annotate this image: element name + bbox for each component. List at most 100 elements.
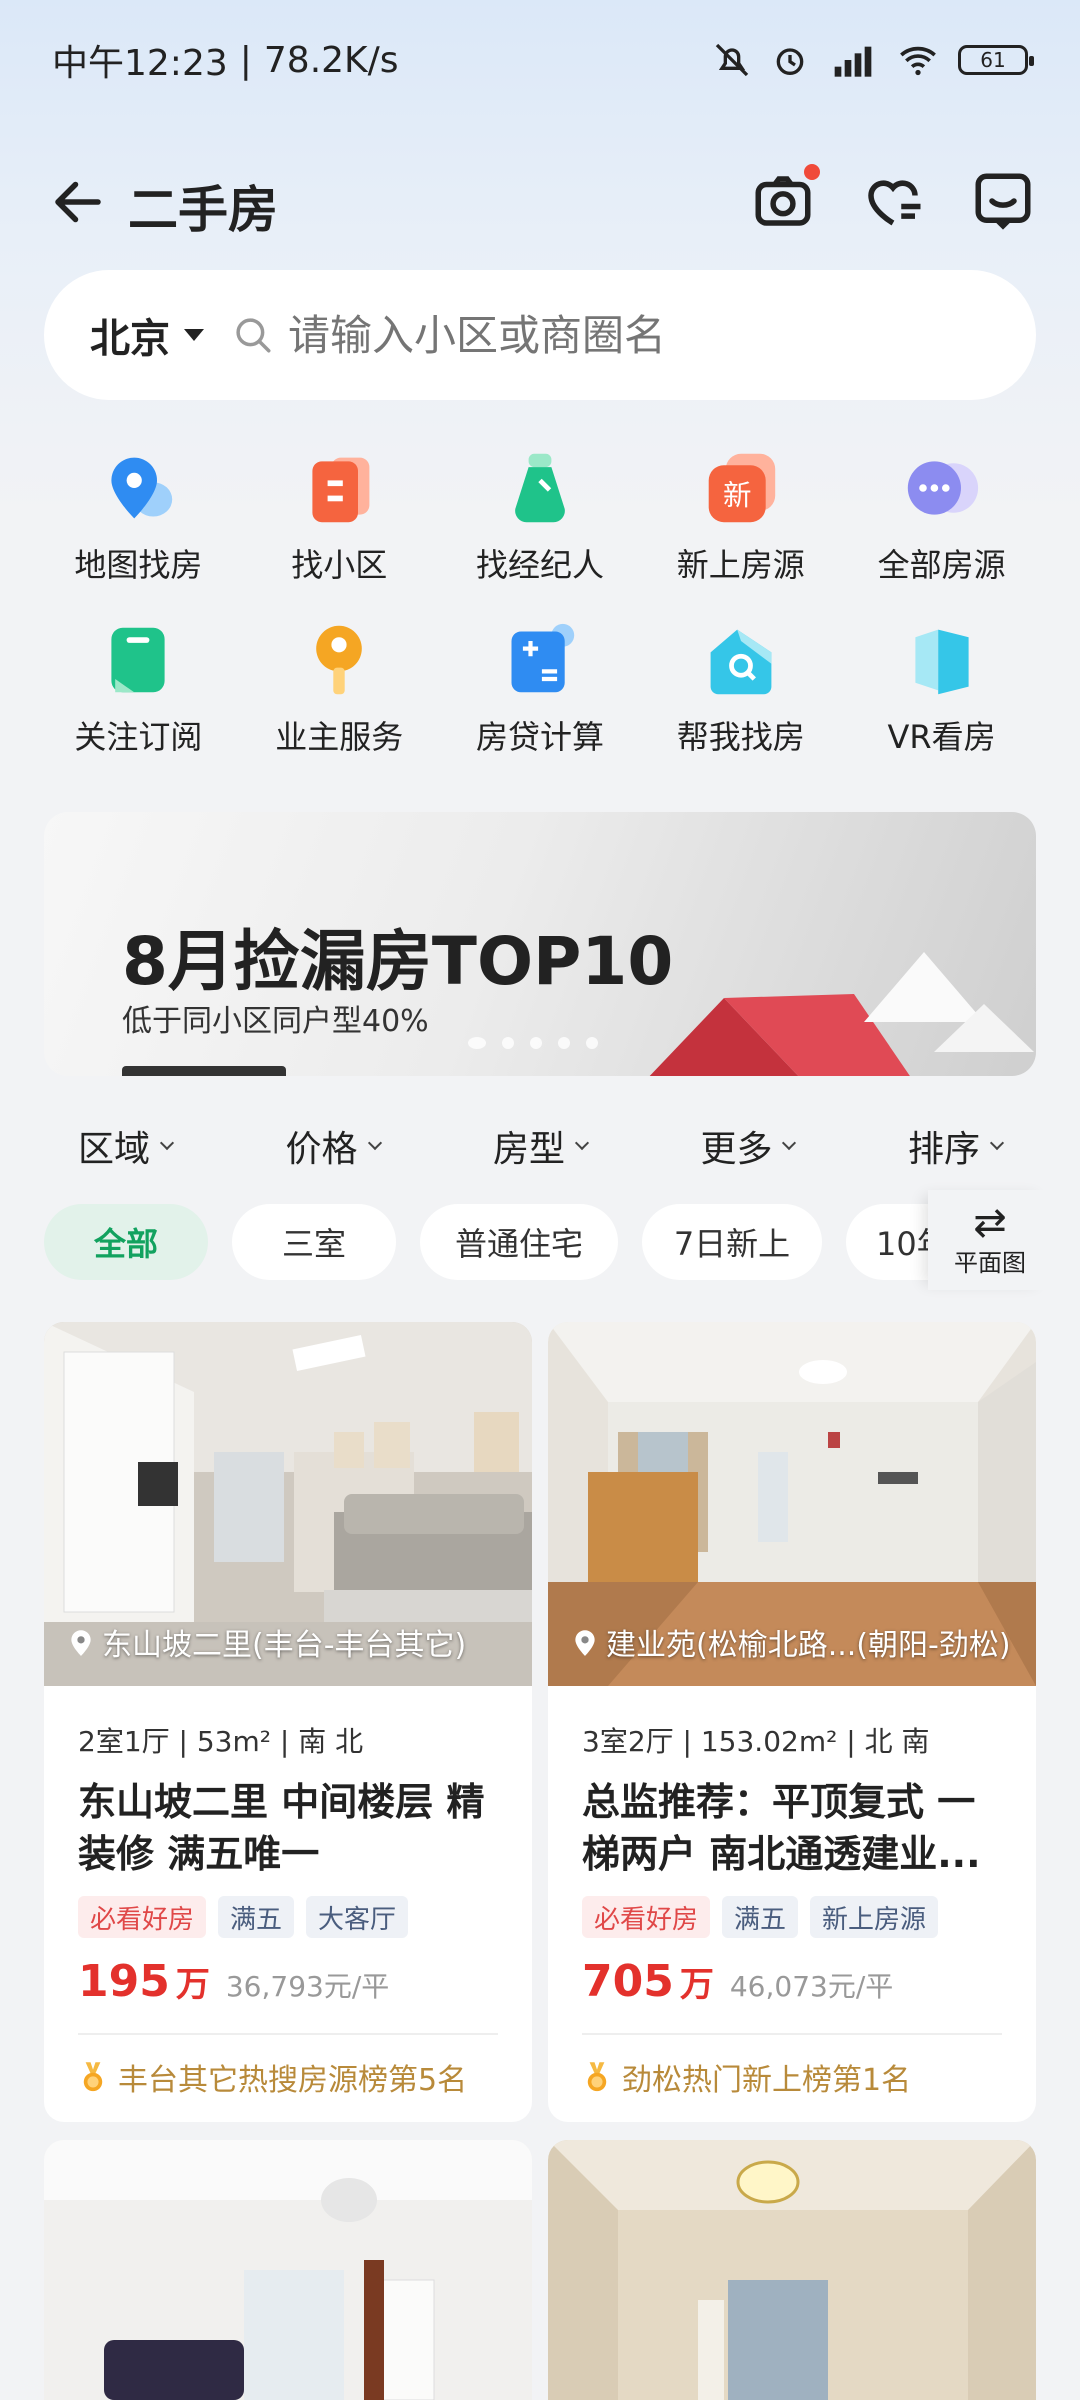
battery-icon: 61 (958, 45, 1034, 75)
chevron-down-icon (159, 1135, 175, 1151)
status-bar-right: 61 (712, 36, 1034, 84)
chip-10-years[interactable]: 10年 (846, 1204, 934, 1280)
menu-help-find-home[interactable]: 帮我找房 (640, 622, 841, 758)
menu-subscribe[interactable]: 关注订阅 (38, 622, 239, 758)
menu-all-listings[interactable]: 全部房源 (841, 450, 1042, 586)
chip-three-rooms[interactable]: 三室 (232, 1204, 396, 1280)
chip-ordinary-residence[interactable]: 普通住宅 (420, 1204, 618, 1280)
filter-price[interactable]: 价格 (285, 1120, 382, 1172)
listing-location: 建业苑(松榆北路...(朝阳-劲松) (572, 1620, 1011, 1664)
menu-mortgage-calculator[interactable]: 房贷计算 (440, 622, 641, 758)
status-time: 中午12:23 (52, 43, 228, 84)
menu-label: 房贷计算 (475, 718, 604, 756)
menu-find-community[interactable]: 找小区 (239, 450, 440, 586)
menu-new-listings[interactable]: 新 新上房源 (640, 450, 841, 586)
listing-location: 东山坡二里(丰台-丰台其它) (68, 1620, 466, 1664)
battery-level: 61 (980, 48, 1006, 72)
filter-label: 房型 (492, 1129, 565, 1170)
listing-card[interactable]: 东山坡二里(丰台-丰台其它) 2室1厅 | 53m² | 南 北 东山坡二里 中… (44, 1322, 532, 2122)
unit-price: 36,793元/平 (225, 1970, 390, 2003)
chevron-down-icon (782, 1135, 797, 1151)
price-unit: 万 (175, 1965, 210, 2005)
camera-button[interactable] (750, 164, 820, 234)
listing-photo[interactable]: 建业苑(松榆北路...(朝阳-劲松) (548, 1322, 1036, 1686)
price-value: 195 (78, 1956, 170, 2007)
chip-all[interactable]: 全部 (44, 1204, 208, 1280)
tag-must-see: 必看好房 (78, 1896, 207, 1938)
menu-label: 新上房源 (676, 546, 805, 584)
total-price: 195 万 (78, 1956, 210, 2007)
tag: 大客厅 (306, 1896, 409, 1938)
location-pin-icon (71, 1630, 91, 1656)
unit-price: 46,073元/平 (729, 1970, 894, 2003)
filter-label: 价格 (285, 1129, 358, 1170)
chevron-down-icon (989, 1135, 1005, 1151)
back-arrow-icon[interactable] (48, 172, 108, 232)
alarm-icon (776, 48, 804, 75)
banner-pagination (468, 1037, 598, 1049)
filter-label: 区域 (78, 1129, 151, 1170)
city-dropdown-caret-icon[interactable] (184, 329, 204, 341)
wifi-icon (900, 46, 936, 76)
banner-subtitle: 低于同小区同户型40% (122, 1004, 429, 1039)
new-listing-icon: 新 (708, 453, 775, 523)
menu-label: 帮我找房 (676, 718, 805, 756)
location-text: 东山坡二里(丰台-丰台其它) (102, 1628, 467, 1663)
listing-card[interactable]: 建业苑(松榆北路...(朝阳-劲松) 3室2厅 | 153.02m² | 北 南… (548, 1322, 1036, 2122)
listing-photo[interactable]: 东山坡二里(丰台-丰台其它) (44, 1322, 532, 1686)
pagination-dot (468, 1037, 486, 1049)
listing-card[interactable] (44, 2140, 532, 2400)
notification-dot (804, 164, 820, 180)
filter-bar: 区域 价格 房型 更多 排序 (44, 1120, 1036, 1172)
promo-banner[interactable]: 8月捡漏房TOP10 低于同小区同户型40% (44, 812, 1036, 1076)
banner-title: 8月捡漏房TOP10 (122, 923, 674, 1000)
listing-meta: 2室1厅 | 53m² | 南 北 (78, 1725, 364, 1758)
search-icon (236, 318, 271, 353)
filter-area[interactable]: 区域 (78, 1120, 175, 1172)
heart-list-icon (868, 180, 921, 226)
swap-arrows-icon: ⇄ (973, 1199, 1007, 1246)
chevron-down-icon (574, 1135, 590, 1151)
floorplan-toggle[interactable]: ⇄ 平面图 (928, 1190, 1052, 1290)
message-button[interactable] (970, 168, 1036, 234)
ranking-text: 丰台其它热搜房源榜第5名 (118, 2063, 468, 2098)
medal-icon (587, 2062, 607, 2092)
filter-more[interactable]: 更多 (700, 1120, 797, 1172)
floorplan-label: 平面图 (954, 1248, 1026, 1277)
banner-progress-bar (122, 1066, 286, 1076)
menu-owner-service[interactable]: 业主服务 (239, 622, 440, 758)
tag: 满五 (722, 1896, 799, 1938)
filter-label: 更多 (700, 1129, 773, 1170)
chip-new-7-days[interactable]: 7日新上 (642, 1204, 822, 1280)
ranking-badge[interactable]: 劲松热门新上榜第1名 (582, 2055, 1036, 2099)
filter-sort[interactable]: 排序 (908, 1120, 1005, 1172)
building-icon (312, 457, 370, 523)
divider (78, 2033, 498, 2035)
pagination-dot (586, 1037, 598, 1049)
menu-map-search[interactable]: 地图找房 (38, 450, 239, 586)
city-selector[interactable]: 北京 (90, 306, 170, 364)
location-pin-icon (575, 1630, 595, 1656)
page-title: 二手房 (128, 181, 278, 239)
pagination-dot (530, 1037, 542, 1049)
menu-vr-viewing[interactable]: VR看房 (841, 622, 1042, 758)
tag: 新上房源 (810, 1896, 939, 1938)
key-icon (316, 625, 362, 695)
listing-tags: 必看好房 满五 新上房源 (582, 1896, 1036, 1938)
listing-card[interactable] (548, 2140, 1036, 2400)
menu-label: 找小区 (291, 546, 388, 584)
status-speed: 78.2K/s (263, 39, 399, 81)
more-dots-icon (907, 461, 978, 515)
bookmark-icon (111, 627, 165, 693)
favorites-button[interactable] (860, 168, 926, 234)
search-bar[interactable]: 北京 (44, 270, 1036, 400)
search-input[interactable] (288, 310, 928, 360)
filter-layout[interactable]: 房型 (492, 1120, 590, 1172)
vr-cube-icon (914, 629, 969, 695)
tag-must-see: 必看好房 (582, 1896, 711, 1938)
price-value: 705 (582, 1956, 674, 2007)
house-search-icon (710, 629, 772, 695)
menu-find-agent[interactable]: 找经纪人 (440, 450, 641, 586)
listing-meta: 3室2厅 | 153.02m² | 北 南 (582, 1725, 930, 1758)
ranking-badge[interactable]: 丰台其它热搜房源榜第5名 (78, 2055, 532, 2099)
